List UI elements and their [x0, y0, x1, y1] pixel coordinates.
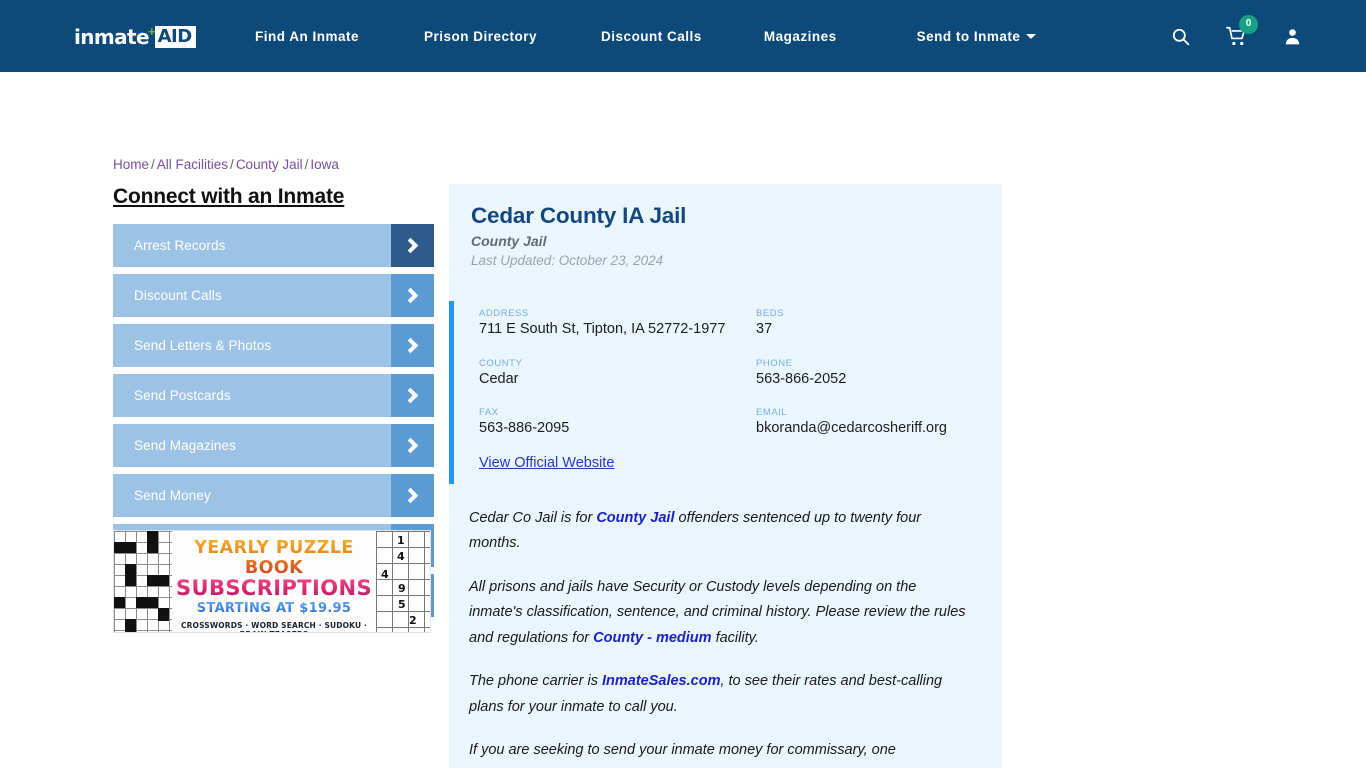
ad-price-line: STARTING AT $19.95 [172, 601, 376, 616]
breadcrumb-item-home[interactable]: Home [113, 157, 149, 172]
field-label: COUNTY [479, 357, 523, 369]
ad-headline-1: YEARLY PUZZLE BOOK [172, 538, 376, 578]
page-title: Cedar County IA Jail [471, 203, 687, 228]
search-icon[interactable] [1171, 27, 1190, 46]
breadcrumb-separator: / [230, 157, 234, 172]
chevron-right-icon[interactable] [391, 274, 434, 317]
sidebar-title: Connect with an Inmate [113, 185, 345, 208]
field-value: 711 E South St, Tipton, IA 52772-1977 [479, 321, 726, 337]
sidebar-item-label: Send Letters & Photos [134, 338, 272, 353]
description-paragraph: Cedar Co Jail is for County Jail offende… [469, 509, 922, 552]
facility-info-grid: ADDRESS 711 E South St, Tipton, IA 52772… [479, 307, 1002, 439]
sidebar-item-send-letters-and-photos[interactable]: Send Letters & Photos [113, 324, 434, 367]
facility-header: Cedar County IA Jail County Jail Last Up… [449, 184, 1002, 270]
sidebar-item-label: Arrest Records [134, 238, 226, 253]
facility-description: Cedar Co Jail is for County Jail offende… [449, 484, 1002, 768]
header-icon-group: 0 [1171, 0, 1302, 72]
puzzle-book-ad-banner[interactable]: YEARLY PUZZLE BOOK SUBSCRIPTIONS STARTIN… [113, 530, 431, 633]
chevron-down-icon [1026, 33, 1037, 39]
last-updated-text: Last Updated: October 23, 2024 [471, 253, 664, 268]
field-email: EMAIL bkoranda@cedarcosheriff.org [756, 406, 1002, 439]
field-value: 563-866-2052 [756, 370, 847, 387]
sidebar-item-label: Send Postcards [134, 388, 231, 403]
logo-word-aid: AID [154, 26, 196, 48]
field-label: EMAIL [756, 407, 788, 418]
sidebar-item-label: Send Magazines [134, 438, 236, 453]
sidebar-item-discount-calls[interactable]: Discount Calls [113, 274, 434, 317]
nav-item-send-to-inmate[interactable]: Send to Inmate [917, 29, 1037, 44]
field-label: BEDS [756, 308, 785, 319]
facility-detail-card: Cedar County IA Jail County Jail Last Up… [449, 184, 1002, 768]
ad-categories-line: CROSSWORDS · WORD SEARCH · SUDOKU · BRAI… [180, 621, 368, 632]
field-label: FAX [479, 407, 499, 418]
cart-count-badge: 0 [1239, 14, 1258, 34]
logo-plus-icon: + [147, 23, 156, 39]
shopping-cart-icon[interactable]: 0 [1226, 14, 1258, 47]
sidebar-item-send-money[interactable]: Send Money [113, 474, 434, 517]
crossword-grid-graphic [114, 531, 172, 632]
sidebar-item-arrest-records[interactable]: Arrest Records [113, 224, 434, 267]
site-logo[interactable]: inmate + AID [74, 24, 196, 50]
view-official-website-link[interactable]: View Official Website [479, 455, 614, 471]
nav-item-magazines[interactable]: Magazines [764, 29, 837, 44]
chevron-right-icon[interactable] [391, 474, 434, 517]
description-paragraph: The phone carrier is InmateSales.com, to… [469, 673, 943, 715]
accent-bar [449, 301, 454, 484]
nav-item-send-to-inmate-label: Send to Inmate [916, 28, 1021, 44]
field-phone: PHONE 563-866-2052 [756, 357, 1002, 390]
breadcrumb-separator: / [151, 157, 155, 172]
logo-word-inmate: inmate [74, 25, 150, 49]
breadcrumb-item-county-jail[interactable]: County Jail [236, 157, 303, 172]
field-value: 37 [756, 321, 773, 337]
site-header: inmate + AID Find An Inmate Prison Direc… [0, 0, 1366, 72]
chevron-right-icon[interactable] [391, 424, 434, 467]
nav-item-find-an-inmate[interactable]: Find An Inmate [255, 29, 359, 44]
chevron-right-icon[interactable] [391, 374, 434, 417]
field-fax: FAX 563-886-2095 [479, 406, 756, 439]
primary-navigation: Find An Inmate Prison Directory Discount… [255, 0, 1037, 72]
ad-text-block: YEARLY PUZZLE BOOK SUBSCRIPTIONS STARTIN… [172, 531, 376, 632]
nav-item-prison-directory[interactable]: Prison Directory [424, 29, 537, 44]
sudoku-number: 4 [381, 568, 389, 581]
sidebar-item-send-magazines[interactable]: Send Magazines [113, 424, 434, 467]
field-county: COUNTY Cedar [479, 357, 756, 390]
facility-type: County Jail [471, 233, 547, 249]
breadcrumb: Home / All Facilities / County Jail / Iowa [113, 157, 339, 172]
sudoku-number: 5 [398, 598, 406, 611]
sudoku-number: 4 [397, 550, 405, 563]
chevron-right-icon[interactable] [391, 224, 434, 267]
sidebar-item-label: Discount Calls [134, 288, 222, 303]
field-value: Cedar [479, 370, 519, 387]
sudoku-number: 9 [398, 582, 406, 595]
nav-item-discount-calls[interactable]: Discount Calls [601, 29, 702, 44]
breadcrumb-item-iowa[interactable]: Iowa [310, 157, 339, 172]
field-value: 563-886-2095 [479, 420, 570, 436]
sidebar-item-label: Send Money [134, 488, 211, 503]
description-paragraph: All prisons and jails have Security or C… [469, 578, 966, 646]
sudoku-number: 1 [397, 534, 405, 547]
sudoku-number: 2 [409, 614, 417, 627]
sidebar-item-send-postcards[interactable]: Send Postcards [113, 374, 434, 417]
field-beds: BEDS 37 [756, 307, 1002, 340]
chevron-right-icon[interactable] [391, 324, 434, 367]
facility-info-block: ADDRESS 711 E South St, Tipton, IA 52772… [449, 301, 1002, 484]
ad-headline-2: SUBSCRIPTIONS [172, 576, 376, 600]
field-label: PHONE [756, 357, 793, 369]
field-label: ADDRESS [479, 308, 529, 319]
field-address: ADDRESS 711 E South St, Tipton, IA 52772… [479, 307, 756, 340]
description-paragraph: If you are seeking to send your inmate m… [469, 742, 918, 768]
field-value: bkoranda@cedarcosheriff.org [756, 420, 947, 436]
breadcrumb-item-all-facilities[interactable]: All Facilities [157, 157, 228, 172]
sudoku-grid-graphic: 1 4 4 9 5 2 [376, 531, 430, 632]
user-account-icon[interactable] [1283, 27, 1302, 46]
